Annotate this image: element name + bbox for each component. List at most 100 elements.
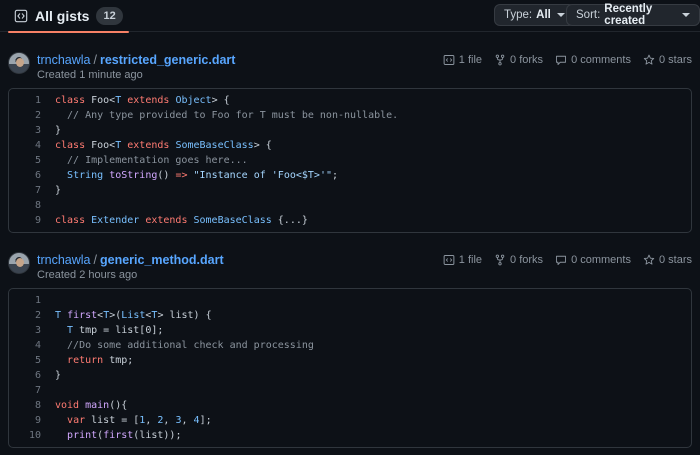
sort-button[interactable]: Sort: Recently created (566, 3, 700, 27)
line-number: 8 (34, 400, 41, 411)
code-line: 7 (9, 383, 691, 398)
comments-link[interactable]: 0 comments (555, 252, 631, 268)
code-preview[interactable]: 12T first<T>(List<T> list) {3 T tmp = li… (8, 288, 692, 448)
code-text: } (49, 368, 61, 383)
stars-label: 0 stars (658, 54, 692, 66)
gist-title: trnchawla / restricted_generic.dart (37, 52, 235, 68)
code-line: 3} (9, 123, 691, 138)
line-number: 7 (34, 385, 41, 396)
code-token: ; (332, 170, 339, 181)
code-token: tmp = list[0]; (73, 325, 164, 336)
code-token: (list)); (133, 430, 182, 441)
title-separator: / (93, 53, 97, 67)
code-text: // Any type provided to Foo for T must b… (49, 108, 398, 123)
files-count-label: 1 file (458, 54, 483, 66)
code-token: >( (109, 310, 122, 321)
line-number: 1 (34, 295, 41, 306)
filename-link[interactable]: restricted_generic.dart (100, 53, 235, 67)
comments-link[interactable]: 0 comments (555, 52, 631, 68)
code-token: } (55, 185, 62, 196)
code-token: String (67, 170, 104, 181)
stars-label: 0 stars (658, 254, 692, 266)
code-token: SomeBaseClass (175, 140, 254, 151)
owner-link[interactable]: trnchawla (37, 253, 91, 267)
forks-link[interactable]: 0 forks (494, 252, 543, 268)
files-count[interactable]: 1 file (443, 252, 482, 268)
code-token: () (157, 170, 176, 181)
comment-icon (556, 55, 567, 65)
filename-link[interactable]: generic_method.dart (100, 253, 224, 267)
files-count[interactable]: 1 file (443, 52, 482, 68)
code-text: } (49, 123, 61, 138)
code-file-icon (443, 255, 455, 265)
code-token: class (55, 95, 92, 106)
line-number: 1 (34, 95, 41, 106)
code-token: extends (121, 140, 176, 151)
code-token: , (181, 415, 194, 426)
title-separator: / (93, 253, 97, 267)
line-number: 5 (34, 155, 41, 166)
code-token: //Do some additional check and processin… (55, 340, 314, 351)
code-token: Extender (91, 215, 140, 226)
created-time: Created 1 minute ago (37, 69, 143, 81)
code-line: 6} (9, 368, 691, 383)
line-number: 2 (34, 310, 41, 321)
avatar[interactable] (8, 252, 30, 274)
line-number: 2 (34, 110, 41, 121)
code-token: extends (139, 215, 194, 226)
code-token: class (55, 215, 92, 226)
star-icon (643, 254, 655, 265)
caret-down-icon (556, 13, 565, 17)
code-text: //Do some additional check and processin… (49, 338, 314, 353)
line-number: 7 (34, 185, 41, 196)
tab-all-gists[interactable]: All gists 12 (8, 0, 129, 33)
line-number: 9 (34, 215, 41, 226)
code-text: void main(){ (49, 398, 127, 413)
line-number: 4 (34, 140, 41, 151)
stars-link[interactable]: 0 stars (643, 252, 692, 268)
gist-item: trnchawla / restricted_generic.dart Created… (0, 52, 700, 233)
code-text: class Foo<T extends Object> { (49, 93, 230, 108)
owner-link[interactable]: trnchawla (37, 53, 91, 67)
code-line: 5 // Implementation goes here... (9, 153, 691, 168)
fork-icon (495, 254, 505, 266)
line-number: 9 (34, 415, 41, 426)
gist-count-badge: 12 (96, 7, 123, 25)
avatar[interactable] (8, 52, 30, 74)
type-filter-button[interactable]: Type: All (494, 4, 575, 26)
code-text: print(first(list)); (49, 428, 181, 443)
code-line: 1 (9, 293, 691, 308)
code-token: {...} (271, 215, 308, 226)
code-line: 4 //Do some additional check and process… (9, 338, 691, 353)
code-token: SomeBaseClass (193, 215, 272, 226)
code-token: print (67, 430, 98, 441)
code-line: 3 T tmp = list[0]; (9, 323, 691, 338)
code-line: 6 String toString() => "Instance of 'Foo… (9, 168, 691, 183)
stars-link[interactable]: 0 stars (643, 52, 692, 68)
line-number: 5 (34, 355, 41, 366)
gist-header: trnchawla / restricted_generic.dart Created… (0, 52, 700, 88)
gists-toolbar: All gists 12 Type: All Sort: Recently cr… (0, 0, 700, 33)
forks-label: 0 forks (510, 254, 544, 266)
code-token: // Implementation goes here... (55, 155, 248, 166)
code-square-icon (14, 9, 28, 23)
code-text: } (49, 183, 61, 198)
code-token: List (121, 310, 146, 321)
code-text: return tmp; (49, 353, 133, 368)
code-line: 1 class Foo<T extends Object> { (9, 93, 691, 108)
code-token: first (103, 430, 134, 441)
comments-label: 0 comments (571, 54, 631, 66)
code-token: list = [ (85, 415, 140, 426)
code-preview[interactable]: 1 class Foo<T extends Object> { 2 // Any t… (8, 88, 692, 233)
code-token: > { (211, 95, 230, 106)
gist-header: trnchawla / generic_method.dart Created 2 h… (0, 252, 700, 288)
code-text: String toString() => "Instance of 'Foo<$… (49, 168, 338, 183)
code-line: 9 var list = [1, 2, 3, 4]; (9, 413, 691, 428)
code-token: ]; (199, 415, 212, 426)
line-number: 4 (34, 340, 41, 351)
code-text: class Extender extends SomeBaseClass {..… (49, 213, 308, 228)
forks-link[interactable]: 0 forks (494, 52, 543, 68)
line-number: 3 (34, 125, 41, 136)
